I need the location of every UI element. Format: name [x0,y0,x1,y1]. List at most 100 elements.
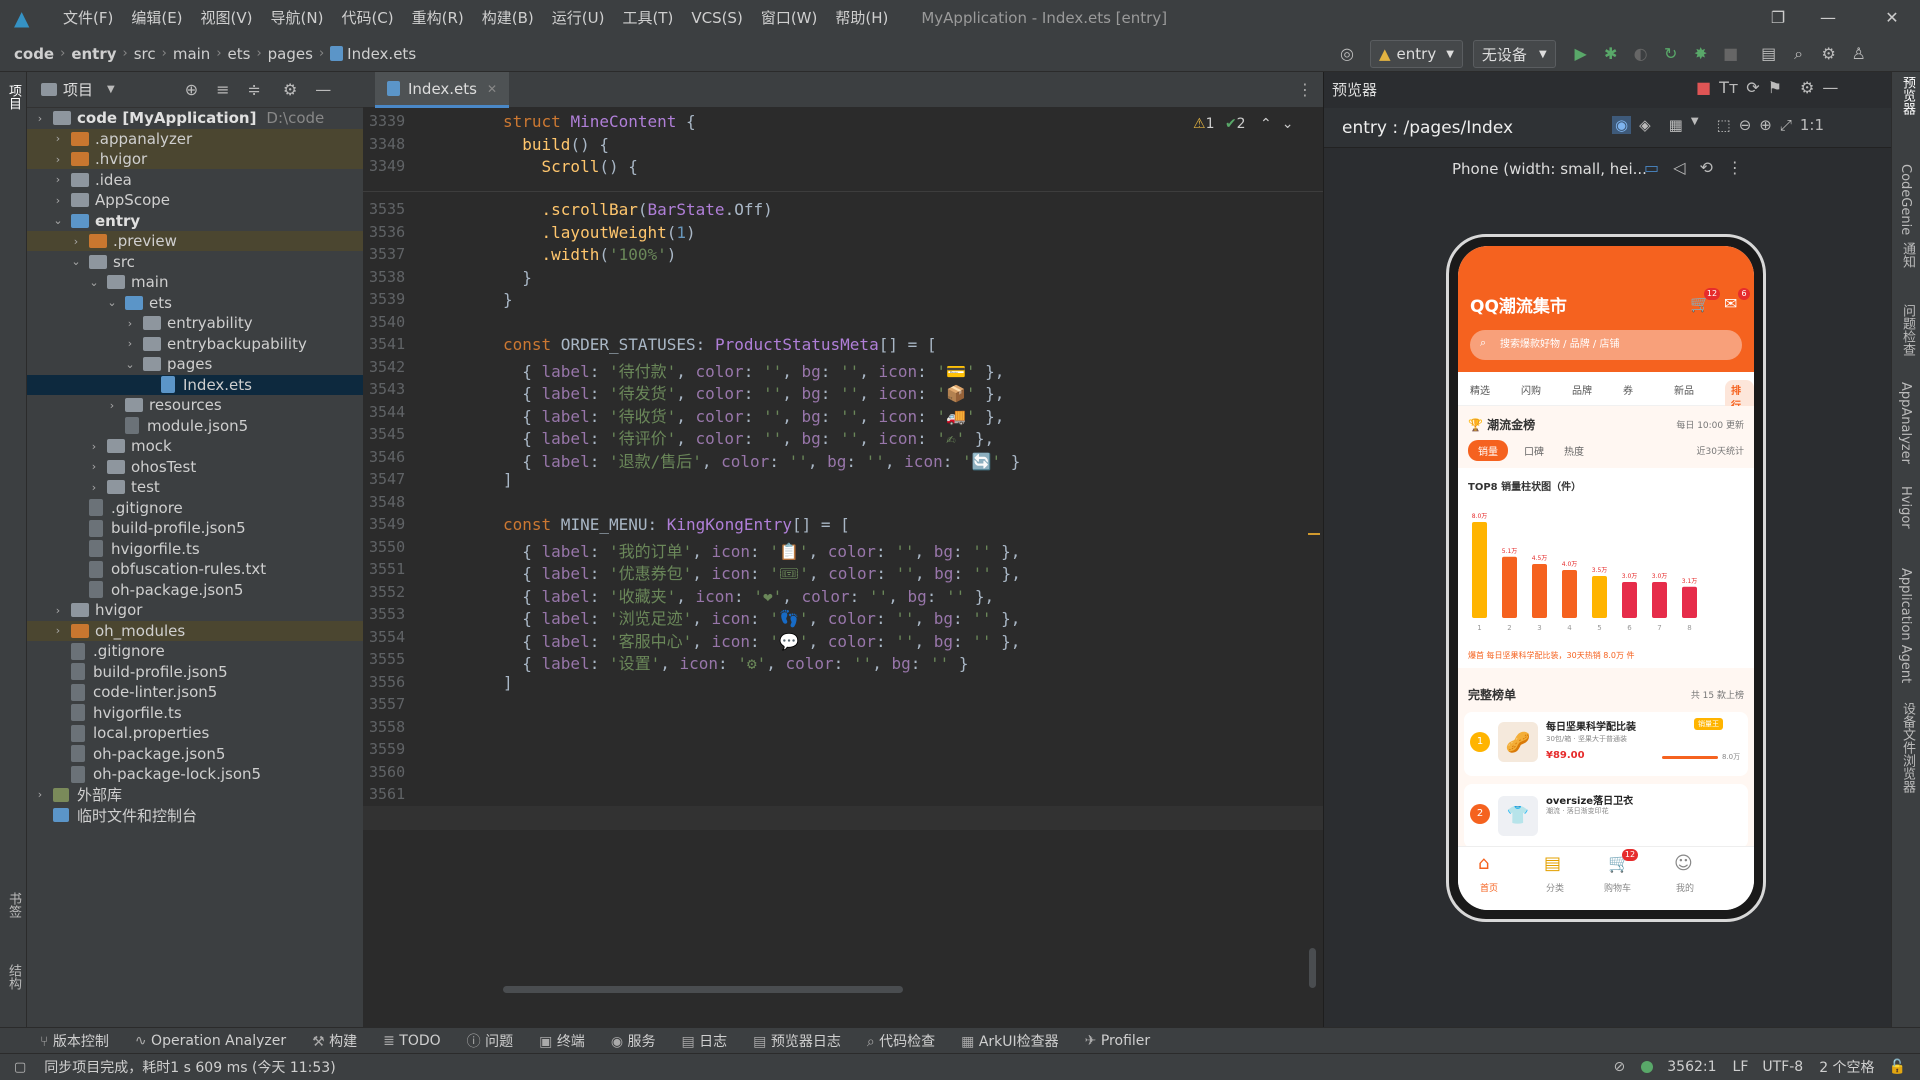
rotate-icon[interactable]: ⟲ [1699,158,1712,177]
right-tool-tab[interactable]: CodeGenie [1898,164,1913,235]
tree-item[interactable]: hvigorfile.ts [27,539,363,559]
tree-item[interactable]: › entrybackupability [27,334,363,354]
line-separator[interactable]: LF [1733,1059,1749,1075]
device-label[interactable]: Phone (width: small, hei... [1452,160,1647,178]
search-input[interactable]: 搜索爆款好物 / 品牌 / 店铺 [1470,330,1742,360]
tree-item[interactable]: › .preview [27,231,363,251]
no-inspection-icon[interactable]: ⊘ [1614,1059,1626,1075]
code-line[interactable]: ] [503,673,513,692]
device-frame-icon[interactable]: ▭ [1644,158,1659,177]
chart-bar[interactable] [1592,576,1607,618]
code-line[interactable]: .scrollBar(BarState.Off) [503,200,773,219]
right-tool-tab[interactable]: 问题检查 [1898,304,1917,356]
breadcrumb-item[interactable]: main [173,45,210,63]
chevron-right-icon[interactable]: › [51,173,65,186]
breadcrumb-item[interactable]: Index.ets [347,45,416,63]
rank-tab-heat[interactable]: 热度 [1564,443,1584,458]
back-icon[interactable]: ◁ [1673,158,1685,177]
chevron-down-icon[interactable]: ⌄ [87,276,101,289]
settings-icon[interactable]: ⚙ [1814,40,1844,68]
code-line[interactable]: { label: '待评价', color: '', bg: '', icon:… [503,425,994,449]
tree-item[interactable]: .gitignore [27,498,363,518]
chevron-right-icon[interactable]: › [87,440,101,453]
tree-item[interactable]: › .appanalyzer [27,128,363,149]
preview-route[interactable]: entry : /pages/Index [1342,108,1513,148]
project-panel-title[interactable]: 项目 [63,79,93,100]
menu-item-4[interactable]: 代码(C) [332,0,402,36]
chart-bar[interactable] [1682,586,1697,618]
caret-position[interactable]: 3562:1 [1667,1059,1716,1075]
chevron-right-icon[interactable]: › [123,337,137,350]
menu-item-0[interactable]: 文件(F) [54,0,122,36]
horizontal-scrollbar[interactable] [503,986,903,993]
tree-item[interactable]: module.json5 [27,416,363,436]
tree-item[interactable]: › entryability [27,313,363,333]
bottom-tool-tab[interactable]: ◉ 服务 [611,1031,656,1051]
bottom-tool-tab[interactable]: ⓘ 问题 [467,1031,513,1051]
menu-item-1[interactable]: 编辑(E) [122,0,191,36]
layout-icon[interactable]: ▢ [14,1060,26,1075]
chevron-down-icon[interactable]: ⌄ [51,214,65,227]
code-line[interactable]: { label: '待收货', color: '', bg: '', icon:… [503,403,1004,427]
locate-icon[interactable]: ⊕ [185,80,198,99]
rank-tab-sales[interactable]: 销量 [1468,440,1508,461]
stop-icon[interactable]: ■ [1716,40,1746,68]
tab-index-ets[interactable]: Index.ets ✕ [375,72,510,108]
tree-item[interactable]: Index.ets [27,374,363,395]
grid-icon[interactable]: ▦ [1669,116,1683,134]
bottom-tool-tab[interactable]: ≣ TODO [383,1033,441,1049]
right-tool-tab[interactable]: 预览器 [1898,76,1917,115]
bottom-tool-tab[interactable]: ▤ 日志 [681,1031,727,1051]
code-line[interactable]: { label: '待发货', color: '', bg: '', icon:… [503,380,1004,404]
rank-tab-reputation[interactable]: 口碑 [1524,443,1544,458]
fit-icon[interactable]: ⤢ [1780,116,1792,134]
chevron-right-icon[interactable]: › [87,460,101,473]
target-icon[interactable]: ◎ [1332,40,1362,68]
bottom-tool-tab[interactable]: ⑂ 版本控制 [40,1031,109,1051]
tree-item[interactable]: build-profile.json5 [27,662,363,682]
tree-item[interactable]: oh-package.json5 [27,580,363,600]
chevron-right-icon[interactable]: › [69,235,83,248]
category-tab[interactable]: 券 [1623,382,1633,397]
chevron-down-icon[interactable]: ⌄ [69,255,83,268]
code-line[interactable]: { label: '收藏夹', icon: '❤', color: '', bg… [503,583,994,607]
vertical-scrollbar[interactable] [1309,948,1316,988]
eye-icon[interactable]: ◉ [1612,116,1632,134]
breadcrumb-item[interactable]: src [134,45,156,63]
profile-tab-icon[interactable]: ☺ [1674,853,1693,874]
category-tab[interactable]: 闪购 [1521,382,1541,397]
stop-preview-icon[interactable]: ■ [1696,78,1711,97]
chevron-right-icon[interactable]: › [51,194,65,207]
tree-item[interactable]: › ohosTest [27,457,363,477]
right-tool-tab[interactable]: AppAnalyzer [1898,382,1913,464]
chevron-down-icon[interactable]: ▼ [107,84,115,95]
tab-category[interactable]: 分类 [1546,881,1564,894]
tree-item[interactable]: ⌄ ets [27,293,363,313]
bottom-tool-tab[interactable]: ∿ Operation Analyzer [135,1033,286,1049]
chevron-right-icon[interactable]: › [51,153,65,166]
chevron-right-icon[interactable]: › [51,624,65,637]
close-tab-icon[interactable]: ✕ [487,82,497,96]
tree-item[interactable]: obfuscation-rules.txt [27,559,363,579]
sticky-code-line[interactable]: Scroll() { [503,157,638,176]
tab-home[interactable]: 首页 [1480,881,1498,894]
search-icon[interactable]: ⌕ [1784,40,1814,68]
indent-setting[interactable]: 2 个空格 [1819,1057,1874,1077]
zoom-out-icon[interactable]: ⊖ [1739,116,1752,134]
chart-bar[interactable] [1532,564,1547,618]
menu-item-3[interactable]: 导航(N) [262,0,333,36]
code-line[interactable]: { label: '退款/售后', color: '', bg: '', ico… [503,448,1020,472]
attach-icon[interactable]: ◐ [1626,40,1656,68]
status-message[interactable]: 同步项目完成，耗时1 s 609 ms (今天 11:53) [44,1057,335,1077]
menu-item-2[interactable]: 视图(V) [192,0,262,36]
menu-item-10[interactable]: 窗口(W) [752,0,827,36]
module-select[interactable]: ▲ entry ▼ [1370,40,1463,68]
tree-item[interactable]: › 外部库 [27,785,363,805]
breadcrumb-item[interactable]: code [14,45,54,63]
bottom-tool-tab[interactable]: ⚒ 构建 [312,1031,357,1051]
chevron-right-icon[interactable]: › [33,788,47,801]
menu-item-8[interactable]: 工具(T) [613,0,682,36]
code-line[interactable]: { label: '浏览足迹', icon: '👣', color: '', b… [503,605,1020,629]
chart-bar[interactable] [1472,522,1487,618]
tree-item[interactable]: › .idea [27,170,363,190]
